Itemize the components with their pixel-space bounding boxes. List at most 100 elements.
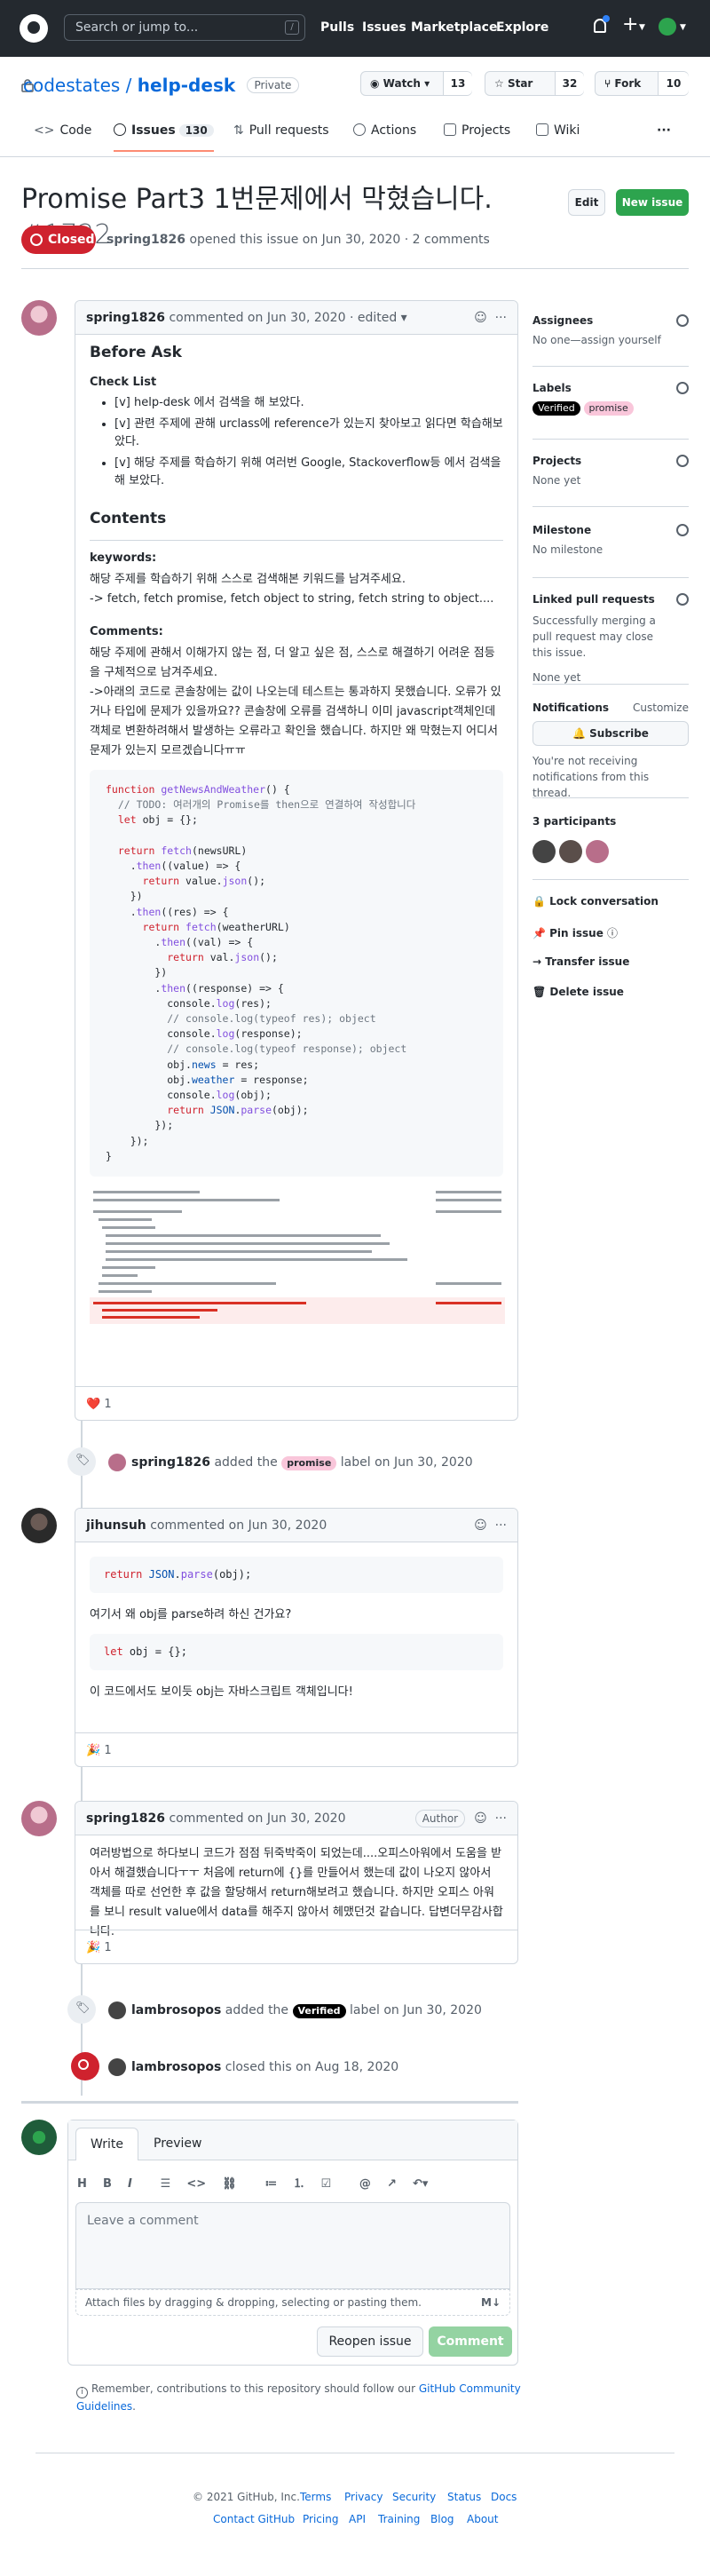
label-promise[interactable]: promise — [583, 401, 634, 416]
tab-preview[interactable]: Preview — [139, 2128, 217, 2160]
avatar[interactable] — [21, 1508, 57, 1543]
gear-icon[interactable] — [676, 455, 689, 467]
comment-button[interactable]: Comment — [429, 2326, 512, 2357]
chevron-down-icon[interactable]: ▼ — [680, 23, 686, 32]
timeline-event: lambrosopos added the Verified label on … — [131, 2003, 482, 2018]
reply-icon[interactable]: ↶▾ — [413, 2177, 428, 2191]
new-issue-button[interactable]: New issue — [616, 189, 689, 216]
footer-link-contact[interactable]: Contact GitHub — [213, 2513, 295, 2525]
tada-reaction[interactable]: 🎉 1 — [86, 1941, 112, 1954]
bold-icon[interactable]: B — [103, 2177, 112, 2191]
smiley-icon[interactable]: ☺ — [474, 1518, 487, 1533]
tab-wiki[interactable]: Wiki — [536, 123, 580, 138]
attach-files-area[interactable]: Attach files by dragging & dropping, sel… — [75, 2289, 510, 2316]
gear-icon[interactable] — [676, 382, 689, 394]
footer-link-privacy[interactable]: Privacy — [344, 2491, 383, 2503]
footer-link-blog[interactable]: Blog — [430, 2513, 454, 2525]
tab-write[interactable]: Write — [75, 2128, 138, 2160]
nav-pulls[interactable]: Pulls — [320, 20, 354, 35]
footer-link-about[interactable]: About — [467, 2513, 498, 2525]
reference-icon[interactable]: ↗ — [387, 2177, 397, 2191]
quote-icon[interactable]: ☰ — [161, 2177, 171, 2191]
avatar[interactable] — [108, 2001, 126, 2019]
watch-button[interactable]: ◉ Watch ▾ 13 — [360, 71, 472, 96]
comment-textarea[interactable]: Leave a comment — [75, 2202, 510, 2289]
closed-icon — [71, 2052, 99, 2081]
delete-issue-link[interactable]: 🗑 Delete issue — [532, 986, 624, 998]
avatar[interactable] — [21, 1801, 57, 1836]
footer-link-security[interactable]: Security — [392, 2491, 436, 2503]
code-icon[interactable]: <> — [186, 2177, 206, 2191]
ordered-list-icon[interactable]: ⒈ — [293, 2177, 304, 2191]
search-input[interactable]: Search or jump to... / — [64, 14, 305, 41]
customize-link[interactable]: Customize — [633, 701, 689, 714]
heading-icon[interactable]: H — [77, 2177, 87, 2191]
gear-icon[interactable] — [676, 524, 689, 536]
nav-issues[interactable]: Issues — [362, 20, 406, 35]
link-icon[interactable]: ⛓ — [222, 2177, 237, 2191]
assignees-value[interactable]: No one—assign yourself — [532, 334, 689, 346]
task-list-icon[interactable]: ☑ — [320, 2177, 331, 2191]
footer-link-status[interactable]: Status — [447, 2491, 481, 2503]
event-actor[interactable]: spring1826 — [131, 1455, 210, 1470]
label-verified[interactable]: Verified — [292, 2004, 346, 2018]
divider — [532, 797, 689, 798]
chevron-down-icon[interactable]: ▼ — [639, 23, 645, 32]
edit-title-button[interactable]: Edit — [568, 189, 605, 216]
github-logo-icon[interactable] — [20, 14, 48, 43]
footer-link-api[interactable]: API — [349, 2513, 366, 2525]
nav-marketplace[interactable]: Marketplace — [411, 20, 497, 35]
smiley-icon[interactable]: ☺ — [474, 311, 487, 325]
heart-reaction[interactable]: ❤️ 1 — [86, 1398, 112, 1411]
footer-link-pricing[interactable]: Pricing — [303, 2513, 338, 2525]
footer-link-training[interactable]: Training — [378, 2513, 420, 2525]
comment-author[interactable]: jihunsuh — [86, 1518, 146, 1533]
kebab-menu-icon[interactable]: ··· — [495, 1518, 507, 1533]
italic-icon[interactable]: I — [128, 2177, 132, 2191]
avatar[interactable] — [108, 1454, 126, 1471]
comment-body: Before Ask Check List [v] help-desk 에서 검… — [75, 335, 517, 1331]
tab-issues[interactable]: Issues 130 — [114, 123, 214, 152]
avatar[interactable] — [108, 2058, 126, 2076]
tab-projects[interactable]: Projects — [444, 123, 510, 138]
tada-reaction[interactable]: 🎉 1 — [86, 1744, 112, 1757]
nav-explore[interactable]: Explore — [496, 20, 548, 35]
footer-link-docs[interactable]: Docs — [491, 2491, 517, 2503]
subscribe-button[interactable]: 🔔 Subscribe — [532, 721, 689, 746]
mention-icon[interactable]: @ — [359, 2177, 371, 2191]
avatar[interactable] — [532, 840, 556, 863]
label-promise[interactable]: promise — [281, 1456, 337, 1470]
transfer-issue-link[interactable]: → Transfer issue — [532, 955, 629, 968]
event-actor[interactable]: lambrosopos — [131, 2060, 221, 2074]
footer-link-terms[interactable]: Terms — [300, 2491, 331, 2503]
fork-button[interactable]: ⑂ Fork 10 — [595, 71, 689, 96]
star-button[interactable]: ☆ Star 32 — [485, 71, 584, 96]
tab-pull-requests[interactable]: ⇅ Pull requests — [233, 123, 329, 138]
comment-author[interactable]: spring1826 — [86, 1811, 165, 1826]
tab-actions[interactable]: Actions — [353, 123, 416, 138]
avatar[interactable] — [586, 840, 609, 863]
smiley-icon[interactable]: ☺ — [474, 1811, 487, 1826]
user-avatar[interactable] — [659, 18, 676, 36]
repo-name-link[interactable]: help-desk — [138, 75, 235, 96]
avatar[interactable] — [559, 840, 582, 863]
comment-author[interactable]: spring1826 — [86, 311, 165, 325]
kebab-menu-icon[interactable]: ··· — [495, 1811, 507, 1826]
event-actor[interactable]: lambrosopos — [131, 2003, 221, 2017]
issue-author-link[interactable]: spring1826 — [106, 233, 185, 247]
sidebar-notifications: Notifications Customize 🔔 Subscribe You'… — [532, 701, 689, 799]
label-verified[interactable]: Verified — [532, 401, 580, 416]
kebab-menu-icon[interactable]: ··· — [495, 311, 507, 325]
more-tabs-icon[interactable]: ··· — [657, 123, 671, 138]
tab-code[interactable]: <> Code — [34, 123, 91, 138]
avatar[interactable] — [21, 300, 57, 336]
gear-icon[interactable] — [676, 314, 689, 327]
unordered-list-icon[interactable]: ≔ — [264, 2177, 277, 2191]
lock-conversation-link[interactable]: 🔒 Lock conversation — [532, 895, 659, 908]
gear-icon[interactable] — [676, 593, 689, 606]
repo-owner-link[interactable]: codestates — [23, 75, 120, 96]
avatar[interactable] — [21, 2120, 57, 2155]
create-new-icon[interactable]: + — [622, 13, 638, 36]
reopen-issue-button[interactable]: Reopen issue — [317, 2326, 423, 2357]
pin-issue-link[interactable]: 📌 Pin issue ⓘ — [532, 925, 618, 940]
